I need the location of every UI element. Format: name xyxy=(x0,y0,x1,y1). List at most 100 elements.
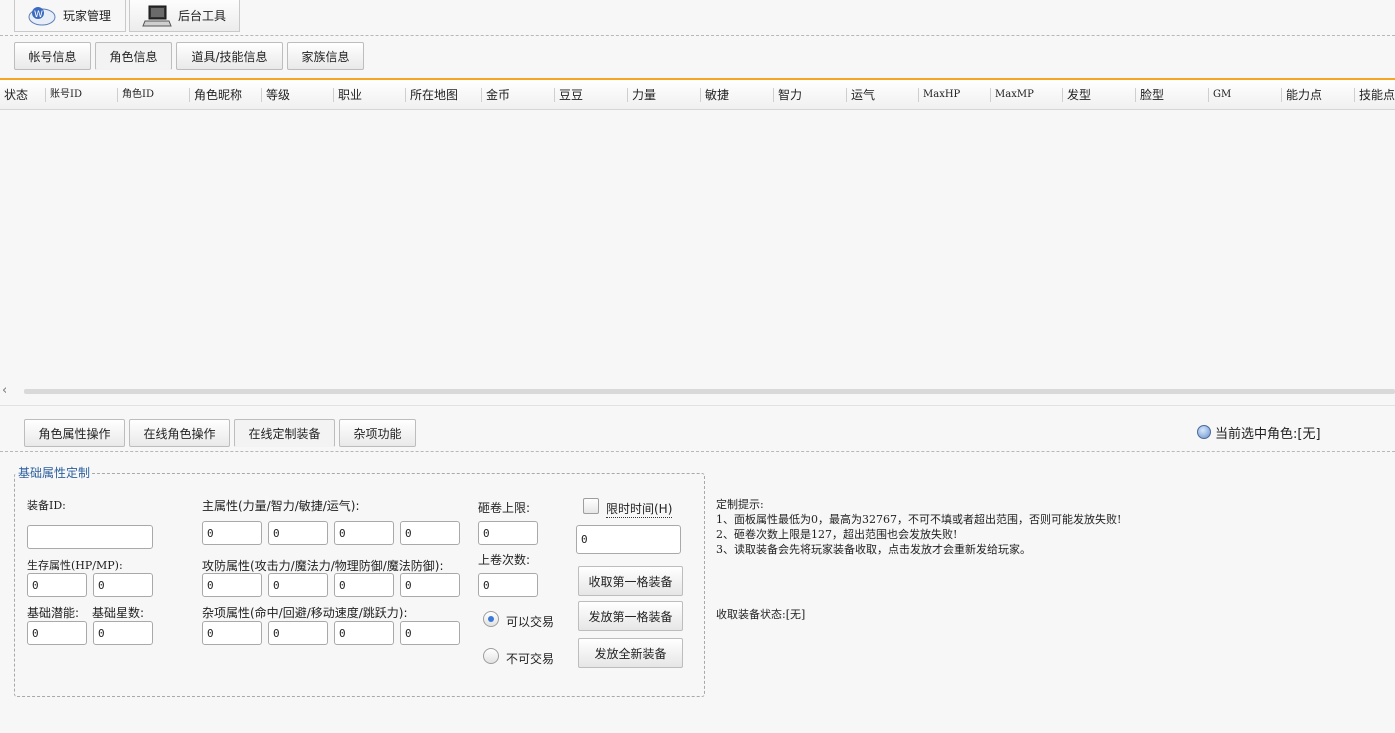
send-new-equip-button[interactable]: 发放全新装备 xyxy=(578,638,683,668)
column-header[interactable]: 能力点 xyxy=(1282,80,1355,110)
tab-misc-functions[interactable]: 杂项功能 xyxy=(339,419,416,447)
tab-backend-tools[interactable]: 后台工具 xyxy=(129,0,240,32)
scroll-count-label: 上卷次数: xyxy=(478,553,531,567)
column-header[interactable]: 角色ID xyxy=(118,80,190,110)
untradable-radio[interactable] xyxy=(483,648,499,664)
jump-input[interactable] xyxy=(400,621,460,645)
tips-title: 定制提示: xyxy=(716,498,764,511)
tab-player-manage-label: 玩家管理 xyxy=(63,9,112,23)
tab-misc-functions-label: 杂项功能 xyxy=(353,426,402,441)
equip-id-input[interactable] xyxy=(27,525,153,549)
column-header[interactable]: 状态 xyxy=(0,80,46,110)
tab-item-skill-info-label: 道具/技能信息 xyxy=(191,49,268,64)
phys-def-input[interactable] xyxy=(334,573,394,597)
column-header[interactable]: GM xyxy=(1209,80,1282,110)
chevron-left-icon[interactable]: ‹ xyxy=(2,382,16,400)
tab-account-info-label: 帐号信息 xyxy=(28,49,77,64)
top-tab-bar: W 玩家管理 后台工具 xyxy=(0,0,1395,36)
column-header[interactable]: 敏捷 xyxy=(701,80,774,110)
time-limit-label[interactable]: 限时时间(H) xyxy=(606,500,673,518)
column-header-label: GM xyxy=(1213,89,1232,100)
base-potential-input[interactable] xyxy=(27,621,87,645)
column-header[interactable]: 技能点 xyxy=(1355,80,1395,110)
base-potential-label: 基础潜能: xyxy=(27,606,80,620)
role-grid-body[interactable] xyxy=(0,110,1395,382)
column-header-label: 角色ID xyxy=(122,89,154,100)
horizontal-scrollbar[interactable]: ‹ xyxy=(0,382,1395,400)
column-header[interactable]: 金币 xyxy=(482,80,555,110)
column-header[interactable]: 智力 xyxy=(774,80,847,110)
column-header-label: 发型 xyxy=(1067,88,1092,102)
column-header-label: 状态 xyxy=(4,88,29,102)
scroll-limit-input[interactable] xyxy=(478,521,538,545)
intelligence-input[interactable] xyxy=(268,521,328,545)
column-header[interactable]: MaxMP xyxy=(991,80,1063,110)
column-header-label: 豆豆 xyxy=(559,88,584,102)
untradable-label: 不可交易 xyxy=(506,652,555,666)
current-role-text: 当前选中角色:[无] xyxy=(1215,426,1321,442)
tab-online-role-ops[interactable]: 在线角色操作 xyxy=(129,419,230,447)
base-star-input[interactable] xyxy=(93,621,153,645)
column-header[interactable]: 力量 xyxy=(628,80,701,110)
current-selected-role: 当前选中角色:[无] xyxy=(1197,422,1321,442)
column-header[interactable]: MaxHP xyxy=(919,80,991,110)
tab-item-skill-info[interactable]: 道具/技能信息 xyxy=(176,42,283,70)
scrollbar-thumb[interactable] xyxy=(24,389,1395,394)
tab-player-manage[interactable]: W 玩家管理 xyxy=(14,0,126,32)
attack-input[interactable] xyxy=(202,573,262,597)
column-header-label: 运气 xyxy=(851,88,876,102)
column-header-label: 技能点 xyxy=(1359,88,1395,102)
equip-id-label: 装备ID: xyxy=(27,499,66,512)
send-new-equip-label: 发放全新装备 xyxy=(594,646,667,661)
move-speed-input[interactable] xyxy=(334,621,394,645)
tab-account-info[interactable]: 帐号信息 xyxy=(14,42,91,70)
tradable-label: 可以交易 xyxy=(506,615,555,629)
column-header[interactable]: 运气 xyxy=(847,80,919,110)
luck-input[interactable] xyxy=(400,521,460,545)
column-header[interactable]: 豆豆 xyxy=(555,80,628,110)
column-header[interactable]: 职业 xyxy=(334,80,406,110)
magic-def-input[interactable] xyxy=(400,573,460,597)
column-header[interactable]: 等级 xyxy=(262,80,334,110)
send-first-equip-button[interactable]: 发放第一格装备 xyxy=(578,601,683,631)
column-header-label: 敏捷 xyxy=(705,88,730,102)
tab-backend-tools-label: 后台工具 xyxy=(178,9,227,23)
column-header-label: 能力点 xyxy=(1286,88,1323,102)
tab-role-attr-ops[interactable]: 角色属性操作 xyxy=(24,419,125,447)
tab-role-info[interactable]: 角色信息 xyxy=(95,42,172,70)
column-header-label: 所在地图 xyxy=(410,88,459,102)
take-first-equip-label: 收取第一格装备 xyxy=(588,574,673,589)
column-header[interactable]: 发型 xyxy=(1063,80,1136,110)
column-header[interactable]: 账号ID xyxy=(46,80,118,110)
column-header[interactable]: 角色昵称 xyxy=(190,80,262,110)
hp-input[interactable] xyxy=(27,573,87,597)
scroll-limit-label: 砸卷上限: xyxy=(478,501,531,515)
take-first-equip-button[interactable]: 收取第一格装备 xyxy=(578,566,683,596)
time-limit-input[interactable] xyxy=(576,525,681,554)
scroll-count-input[interactable] xyxy=(478,573,538,597)
section-divider xyxy=(0,405,1395,406)
tab-family-info[interactable]: 家族信息 xyxy=(287,42,364,70)
column-header[interactable]: 脸型 xyxy=(1136,80,1209,110)
tab-online-custom-equip[interactable]: 在线定制装备 xyxy=(234,419,335,447)
evasion-input[interactable] xyxy=(268,621,328,645)
agility-input[interactable] xyxy=(334,521,394,545)
svg-text:W: W xyxy=(34,10,43,20)
tips-line: 1、面板属性最低为0，最高为32767，不可不填或者超出范围，否则可能发放失败! xyxy=(716,513,1122,526)
tips-line: 3、读取装备会先将玩家装备收取，点击发放才会重新发给玩家。 xyxy=(716,543,1031,556)
column-header-label: 力量 xyxy=(632,88,657,102)
column-header[interactable]: 所在地图 xyxy=(406,80,482,110)
time-limit-checkbox[interactable] xyxy=(583,498,599,514)
accuracy-input[interactable] xyxy=(202,621,262,645)
misc-attr-label: 杂项属性(命中/回避/移动速度/跳跃力): xyxy=(202,606,408,620)
globe-icon xyxy=(1197,425,1211,439)
send-first-equip-label: 发放第一格装备 xyxy=(588,609,673,624)
mp-input[interactable] xyxy=(93,573,153,597)
column-header-label: 职业 xyxy=(338,88,363,102)
strength-input[interactable] xyxy=(202,521,262,545)
player-manage-icon: W xyxy=(27,4,57,28)
tradable-radio[interactable] xyxy=(483,611,499,627)
custom-tips: 定制提示: 1、面板属性最低为0，最高为32767，不可不填或者超出范围，否则可… xyxy=(716,497,1121,557)
sub-tab-bar: 帐号信息 角色信息 道具/技能信息 家族信息 xyxy=(0,36,1395,78)
magic-input[interactable] xyxy=(268,573,328,597)
